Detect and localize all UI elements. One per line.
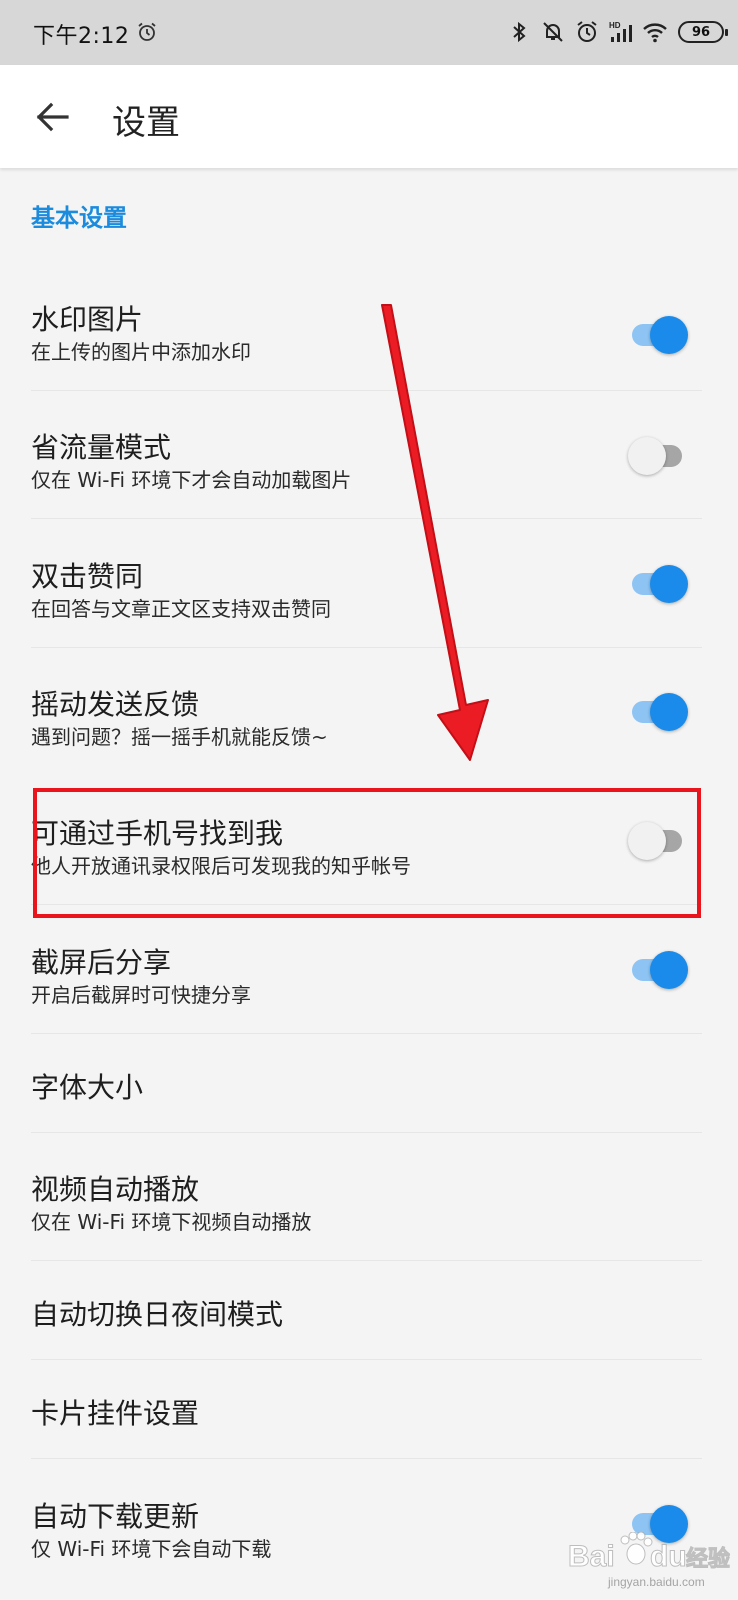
setting-row-font-size[interactable]: 字体大小 (0, 1034, 738, 1132)
battery-level: 96 (691, 24, 711, 40)
setting-row-double-tap-like[interactable]: 双击赞同 在回答与文章正文区支持双击赞同 (0, 549, 738, 647)
setting-title: 摇动发送反馈 (31, 688, 200, 721)
setting-title: 卡片挂件设置 (31, 1397, 200, 1430)
setting-row-data-saver[interactable]: 省流量模式 仅在 Wi-Fi 环境下才会自动加载图片 (0, 420, 738, 518)
svg-text:du: du (650, 1540, 687, 1573)
setting-title: 自动下载更新 (31, 1500, 200, 1533)
setting-row-screenshot-share[interactable]: 截屏后分享 开启后截屏时可快捷分享 (0, 935, 738, 1033)
setting-subtitle: 在回答与文章正文区支持双击赞同 (31, 597, 331, 621)
setting-subtitle: 仅 Wi-Fi 环境下会自动下载 (31, 1537, 272, 1561)
divider (31, 518, 702, 519)
status-time: 下午2:12 (33, 24, 130, 49)
mute-icon (543, 22, 563, 42)
setting-title: 自动切换日夜间模式 (31, 1298, 284, 1331)
setting-row-watermark[interactable]: 水印图片 在上传的图片中添加水印 (0, 292, 738, 390)
svg-text:Bai: Bai (568, 1540, 615, 1573)
svg-text:jingyan.baidu.com: jingyan.baidu.com (607, 1575, 705, 1589)
page-title: 设置 (112, 103, 180, 143)
setting-title: 视频自动播放 (31, 1173, 200, 1206)
svg-text:经验: 经验 (686, 1546, 730, 1572)
annotation-highlight-box (33, 788, 701, 918)
setting-subtitle: 在上传的图片中添加水印 (31, 340, 251, 364)
setting-row-card-widget[interactable]: 卡片挂件设置 (0, 1360, 738, 1458)
divider (31, 647, 702, 648)
watermark-toggle[interactable] (628, 311, 688, 357)
alarm-icon (138, 22, 156, 41)
setting-subtitle: 开启后截屏时可快捷分享 (31, 983, 251, 1007)
setting-title: 截屏后分享 (31, 946, 172, 979)
wifi-icon (643, 23, 667, 43)
setting-row-video-autoplay[interactable]: 视频自动播放 仅在 Wi-Fi 环境下视频自动播放 (0, 1162, 738, 1260)
battery-icon: 96 (678, 21, 728, 43)
app-bar: 设置 (0, 65, 738, 168)
setting-row-shake-feedback[interactable]: 摇动发送反馈 遇到问题？摇一摇手机就能反馈~ (0, 677, 738, 775)
baidu-watermark-logo: Bai du 经验 jingyan.baidu.com (568, 1532, 730, 1589)
setting-title: 省流量模式 (31, 431, 172, 464)
shake-feedback-toggle[interactable] (628, 688, 688, 734)
svg-text:HD: HD (609, 21, 621, 30)
setting-title: 双击赞同 (31, 560, 144, 593)
section-header: 基本设置 (31, 204, 127, 232)
setting-subtitle: 仅在 Wi-Fi 环境下才会自动加载图片 (31, 468, 352, 492)
hd-signal-icon: HD (609, 21, 632, 42)
setting-title: 字体大小 (31, 1071, 144, 1104)
back-button[interactable] (28, 93, 76, 141)
screenshot-share-toggle[interactable] (628, 946, 688, 992)
setting-row-auto-night-mode[interactable]: 自动切换日夜间模式 (0, 1261, 738, 1359)
back-arrow-icon (36, 102, 69, 132)
setting-subtitle: 仅在 Wi-Fi 环境下视频自动播放 (31, 1210, 312, 1234)
alarm-icon (577, 21, 597, 42)
divider (31, 1458, 702, 1459)
divider (31, 390, 702, 391)
setting-title: 水印图片 (31, 303, 144, 336)
data-saver-toggle[interactable] (628, 432, 688, 478)
status-bar: 下午2:12 HD 96 (0, 0, 738, 65)
divider (31, 1132, 702, 1133)
status-icons: HD 96 (498, 17, 728, 47)
setting-subtitle: 遇到问题？摇一摇手机就能反馈~ (31, 725, 328, 749)
double-tap-like-toggle[interactable] (628, 560, 688, 606)
bluetooth-icon (513, 21, 526, 43)
